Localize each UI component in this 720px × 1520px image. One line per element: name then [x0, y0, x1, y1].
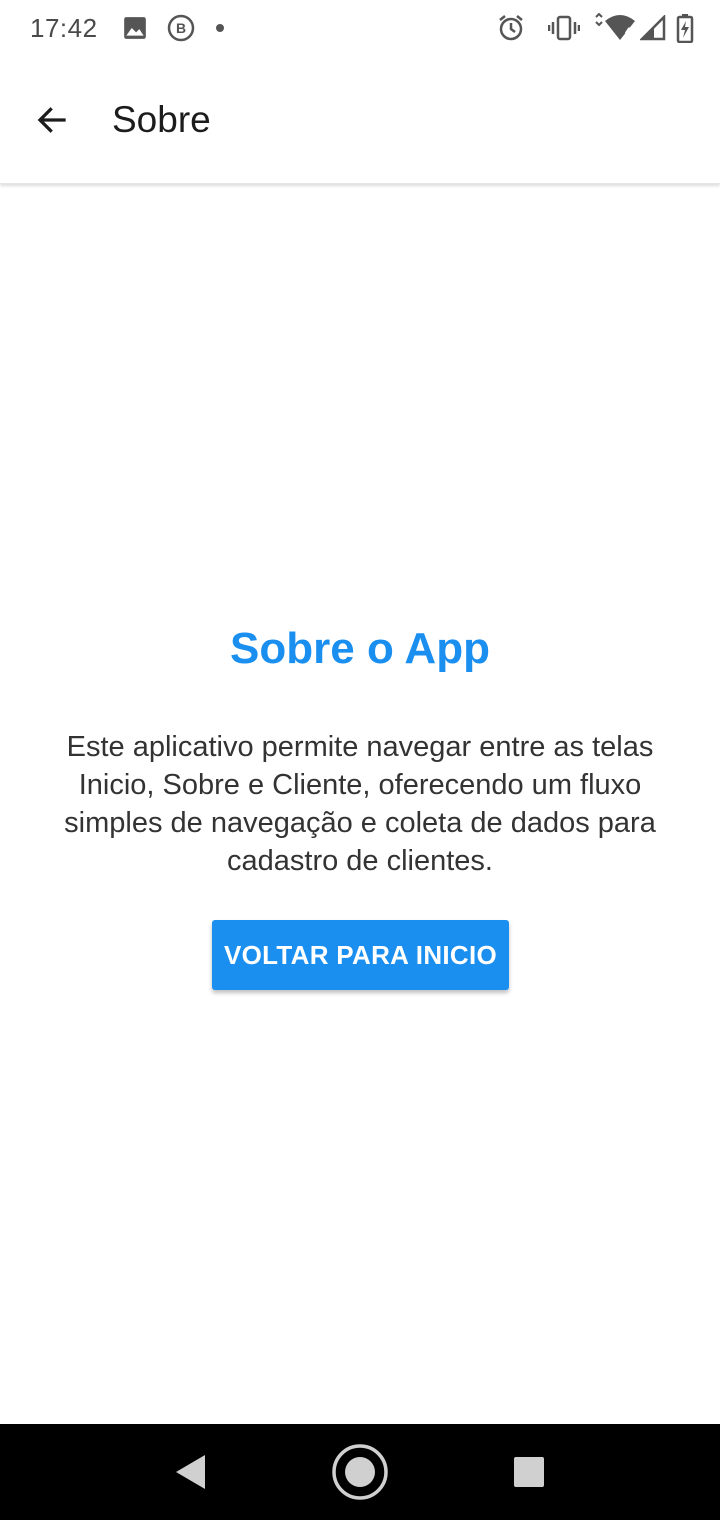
page-title: Sobre [112, 98, 211, 140]
app-bar: Sobre [0, 56, 720, 184]
alarm-icon [496, 13, 526, 43]
signal-icon [640, 15, 666, 41]
status-left: 17:42 B [30, 13, 244, 44]
back-to-home-button[interactable]: VOLTAR PARA INICIO [212, 920, 509, 990]
main-content: Sobre o App Este aplicativo permite nave… [0, 184, 720, 1424]
status-right: 4 [486, 13, 694, 43]
nav-home-button[interactable] [331, 1443, 389, 1501]
svg-text:B: B [176, 20, 186, 36]
status-bar: 17:42 B 4 [0, 0, 720, 56]
nav-recent-icon [514, 1457, 544, 1487]
back-button[interactable] [24, 92, 80, 148]
about-heading: Sobre o App [230, 624, 490, 673]
status-time: 17:42 [30, 12, 98, 43]
wifi-icon: 4 [594, 13, 638, 43]
b-badge-icon: B [166, 13, 196, 43]
arrow-left-icon [37, 106, 66, 133]
nav-back-button[interactable] [168, 1448, 212, 1496]
nav-recent-button[interactable] [510, 1453, 548, 1491]
about-description: Este aplicativo permite navegar entre as… [64, 731, 656, 877]
battery-charging-icon [676, 13, 694, 43]
system-nav-bar [0, 1424, 720, 1520]
dot-icon [214, 22, 226, 34]
vibrate-icon [548, 14, 580, 42]
about-screen: 17:42 B 4 Sobre Sobre o App Este aplicat… [0, 0, 720, 1520]
nav-back-icon [176, 1455, 205, 1489]
nav-home-icon [332, 1444, 388, 1500]
wifi-badge: 4 [625, 26, 632, 38]
image-icon [122, 15, 148, 41]
